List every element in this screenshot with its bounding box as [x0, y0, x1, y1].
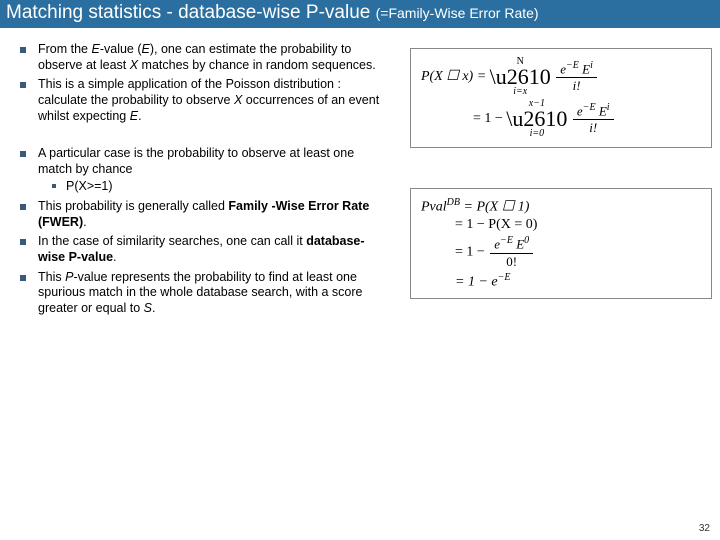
sum-icon: x−1 \u2610 i=0	[506, 99, 567, 139]
bullet-group-2: A particular case is the probability to …	[20, 146, 390, 316]
f2-line2: = 1 − P(X = 0)	[421, 217, 701, 233]
list-item: This probability is generally called Fam…	[20, 199, 390, 230]
sum-icon: N \u2610 i=x	[490, 57, 551, 97]
bullet-group-1: From the E-value (E), one can estimate t…	[20, 42, 390, 124]
content-area: From the E-value (E), one can estimate t…	[0, 28, 720, 320]
fraction: e−E Ei i!	[556, 60, 597, 94]
formula-box-1: P(X ☐ x) = N \u2610 i=x e−E Ei i! = 1 − …	[410, 48, 712, 148]
list-item: A particular case is the probability to …	[20, 146, 390, 195]
formula-box-2: PvalDB = P(X ☐ 1) = 1 − P(X = 0) = 1 − e…	[410, 188, 712, 300]
text-column: From the E-value (E), one can estimate t…	[20, 42, 390, 320]
list-item: This is a simple application of the Pois…	[20, 77, 390, 124]
fraction: e−E E0 0!	[490, 235, 533, 269]
page-number: 32	[699, 523, 710, 534]
title-sub: (=Family-Wise Error Rate)	[376, 5, 539, 21]
fraction: e−E Ei i!	[573, 102, 614, 136]
sub-list-item: P(X>=1)	[38, 179, 390, 195]
f2-line4: = 1 − e−E	[421, 272, 701, 291]
title-bar: Matching statistics - database-wise P-va…	[0, 0, 720, 28]
f1-lhs: P(X ☐ x) =	[421, 69, 490, 84]
f1-eq2: = 1 −	[473, 111, 506, 126]
title-main: Matching statistics - database-wise P-va…	[6, 2, 376, 23]
list-item: This P-value represents the probability …	[20, 270, 390, 317]
formula-column: P(X ☐ x) = N \u2610 i=x e−E Ei i! = 1 − …	[410, 42, 712, 320]
list-item: In the case of similarity searches, one …	[20, 234, 390, 265]
f2-line1: PvalDB = P(X ☐ 1)	[421, 197, 701, 216]
sub-list: P(X>=1)	[38, 179, 390, 195]
list-item: From the E-value (E), one can estimate t…	[20, 42, 390, 73]
